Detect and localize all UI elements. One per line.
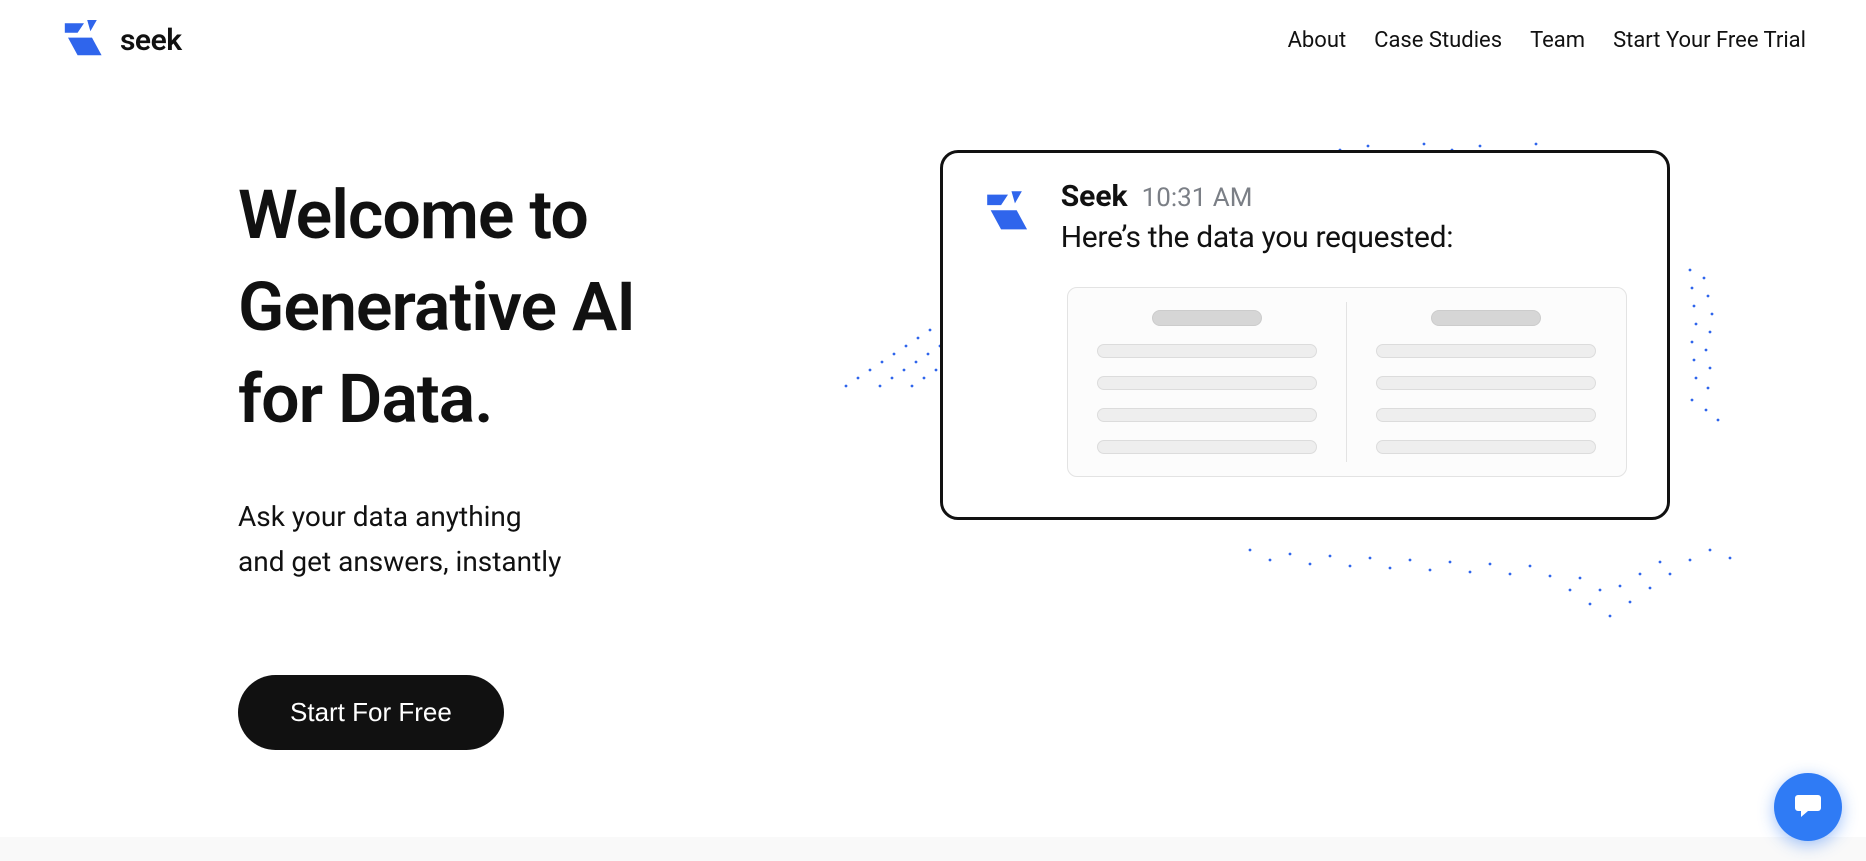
nav-link-case-studies[interactable]: Case Studies xyxy=(1374,28,1502,53)
hero-title-line2: Generative AI xyxy=(238,267,635,347)
table-row-pill xyxy=(1097,376,1317,390)
table-header-pill xyxy=(1152,310,1262,326)
data-table-placeholder xyxy=(1067,287,1627,477)
table-header-pill xyxy=(1431,310,1541,326)
table-row-pill xyxy=(1097,440,1317,454)
hero-title-line3: for Data. xyxy=(238,359,493,439)
hero-title: Welcome to Generative AI for Data. xyxy=(238,170,840,445)
decoration-dots-right xyxy=(1670,260,1750,440)
chat-avatar xyxy=(973,179,1043,249)
table-row-pill xyxy=(1376,408,1596,422)
chat-timestamp: 10:31 AM xyxy=(1142,183,1253,213)
logo-icon xyxy=(60,20,108,60)
nav-links: About Case Studies Team Start Your Free … xyxy=(1288,28,1806,53)
nav-link-about[interactable]: About xyxy=(1288,28,1347,53)
table-row-pill xyxy=(1376,440,1596,454)
hero-section: Welcome to Generative AI for Data. Ask y… xyxy=(0,80,1866,750)
chat-card: Seek 10:31 AM Here’s the data you reques… xyxy=(940,150,1670,520)
nav-link-team[interactable]: Team xyxy=(1530,28,1585,53)
chat-card-header: Seek 10:31 AM Here’s the data you reques… xyxy=(973,179,1637,255)
table-row-pill xyxy=(1097,408,1317,422)
data-col-1 xyxy=(1068,302,1348,462)
chat-sender-name: Seek xyxy=(1061,179,1128,214)
start-free-button[interactable]: Start For Free xyxy=(238,675,504,750)
hero-title-line1: Welcome to xyxy=(238,175,588,255)
hero-sub-line1: Ask your data anything xyxy=(238,500,522,533)
footer-band xyxy=(0,837,1866,861)
nav-link-start-trial[interactable]: Start Your Free Trial xyxy=(1613,28,1806,53)
logo-text: seek xyxy=(120,23,182,58)
table-row-pill xyxy=(1376,344,1596,358)
data-col-2 xyxy=(1347,302,1626,462)
table-row-pill xyxy=(1097,344,1317,358)
decoration-dots-bottom xyxy=(1240,530,1760,650)
chat-bubble-icon xyxy=(1792,789,1824,825)
hero-right: Seek 10:31 AM Here’s the data you reques… xyxy=(840,140,1866,700)
chat-message: Here’s the data you requested: xyxy=(1061,220,1637,255)
nav-bar: seek About Case Studies Team Start Your … xyxy=(0,0,1866,80)
logo[interactable]: seek xyxy=(60,20,182,60)
chat-card-title-row: Seek 10:31 AM xyxy=(1061,179,1637,214)
hero-left: Welcome to Generative AI for Data. Ask y… xyxy=(0,140,840,750)
hero-subtitle: Ask your data anything and get answers, … xyxy=(238,495,840,585)
table-row-pill xyxy=(1376,376,1596,390)
chat-launcher-button[interactable] xyxy=(1774,773,1842,841)
seek-logo-icon xyxy=(982,189,1034,239)
hero-sub-line2: and get answers, instantly xyxy=(238,545,561,578)
chat-card-meta: Seek 10:31 AM Here’s the data you reques… xyxy=(1061,179,1637,255)
